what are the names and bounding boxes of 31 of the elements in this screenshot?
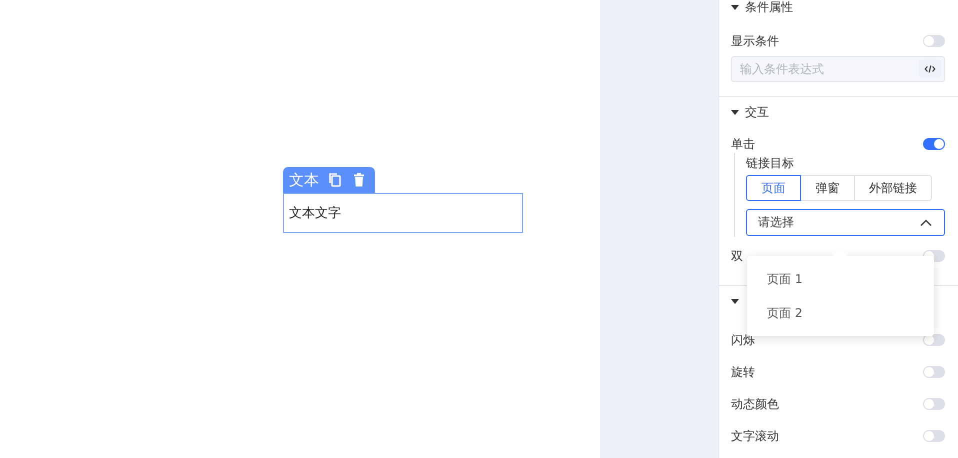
copy-icon[interactable] (327, 172, 343, 188)
toggle-switch[interactable] (923, 35, 945, 47)
select-field[interactable]: 请选择 (746, 209, 945, 236)
dropdown-option[interactable]: 页面 1 (747, 262, 934, 296)
caret-icon[interactable] (731, 110, 739, 114)
segment-tab[interactable]: 外部链接 (854, 175, 932, 201)
caret-icon[interactable] (731, 4, 739, 10)
toggle-label: 旋转 (731, 364, 755, 380)
caret-icon[interactable] (731, 298, 739, 304)
link-target-label: 链接目标 (746, 155, 795, 172)
toggle-label: 文字滚动 (731, 428, 779, 444)
element-label: 文本 (289, 170, 319, 190)
text-element[interactable]: 文本文字 (283, 193, 523, 233)
toggle-switch[interactable] (923, 138, 945, 150)
dropdown-option[interactable]: 页面 2 (747, 296, 934, 330)
toggle-label: 动态颜色 (731, 396, 779, 412)
toggle-label: 双 (731, 248, 743, 264)
toggle-label: 显示条件 (731, 32, 779, 50)
code-icon[interactable] (919, 59, 941, 79)
trash-icon[interactable] (351, 172, 367, 188)
segment-tab[interactable]: 弹窗 (800, 175, 855, 201)
segment-tab[interactable]: 页面 (746, 175, 801, 201)
toggle-switch[interactable] (923, 334, 945, 346)
toggle-switch[interactable] (923, 430, 945, 442)
toggle-label: 单击 (731, 136, 755, 152)
expression-field[interactable]: 输入条件表达式 (731, 56, 945, 82)
toggle-switch[interactable] (923, 366, 945, 378)
section-title: 交互 (745, 104, 769, 120)
toggle-switch[interactable] (923, 398, 945, 410)
chevron-icon (920, 218, 932, 226)
section-title: 条件属性 (745, 0, 793, 16)
